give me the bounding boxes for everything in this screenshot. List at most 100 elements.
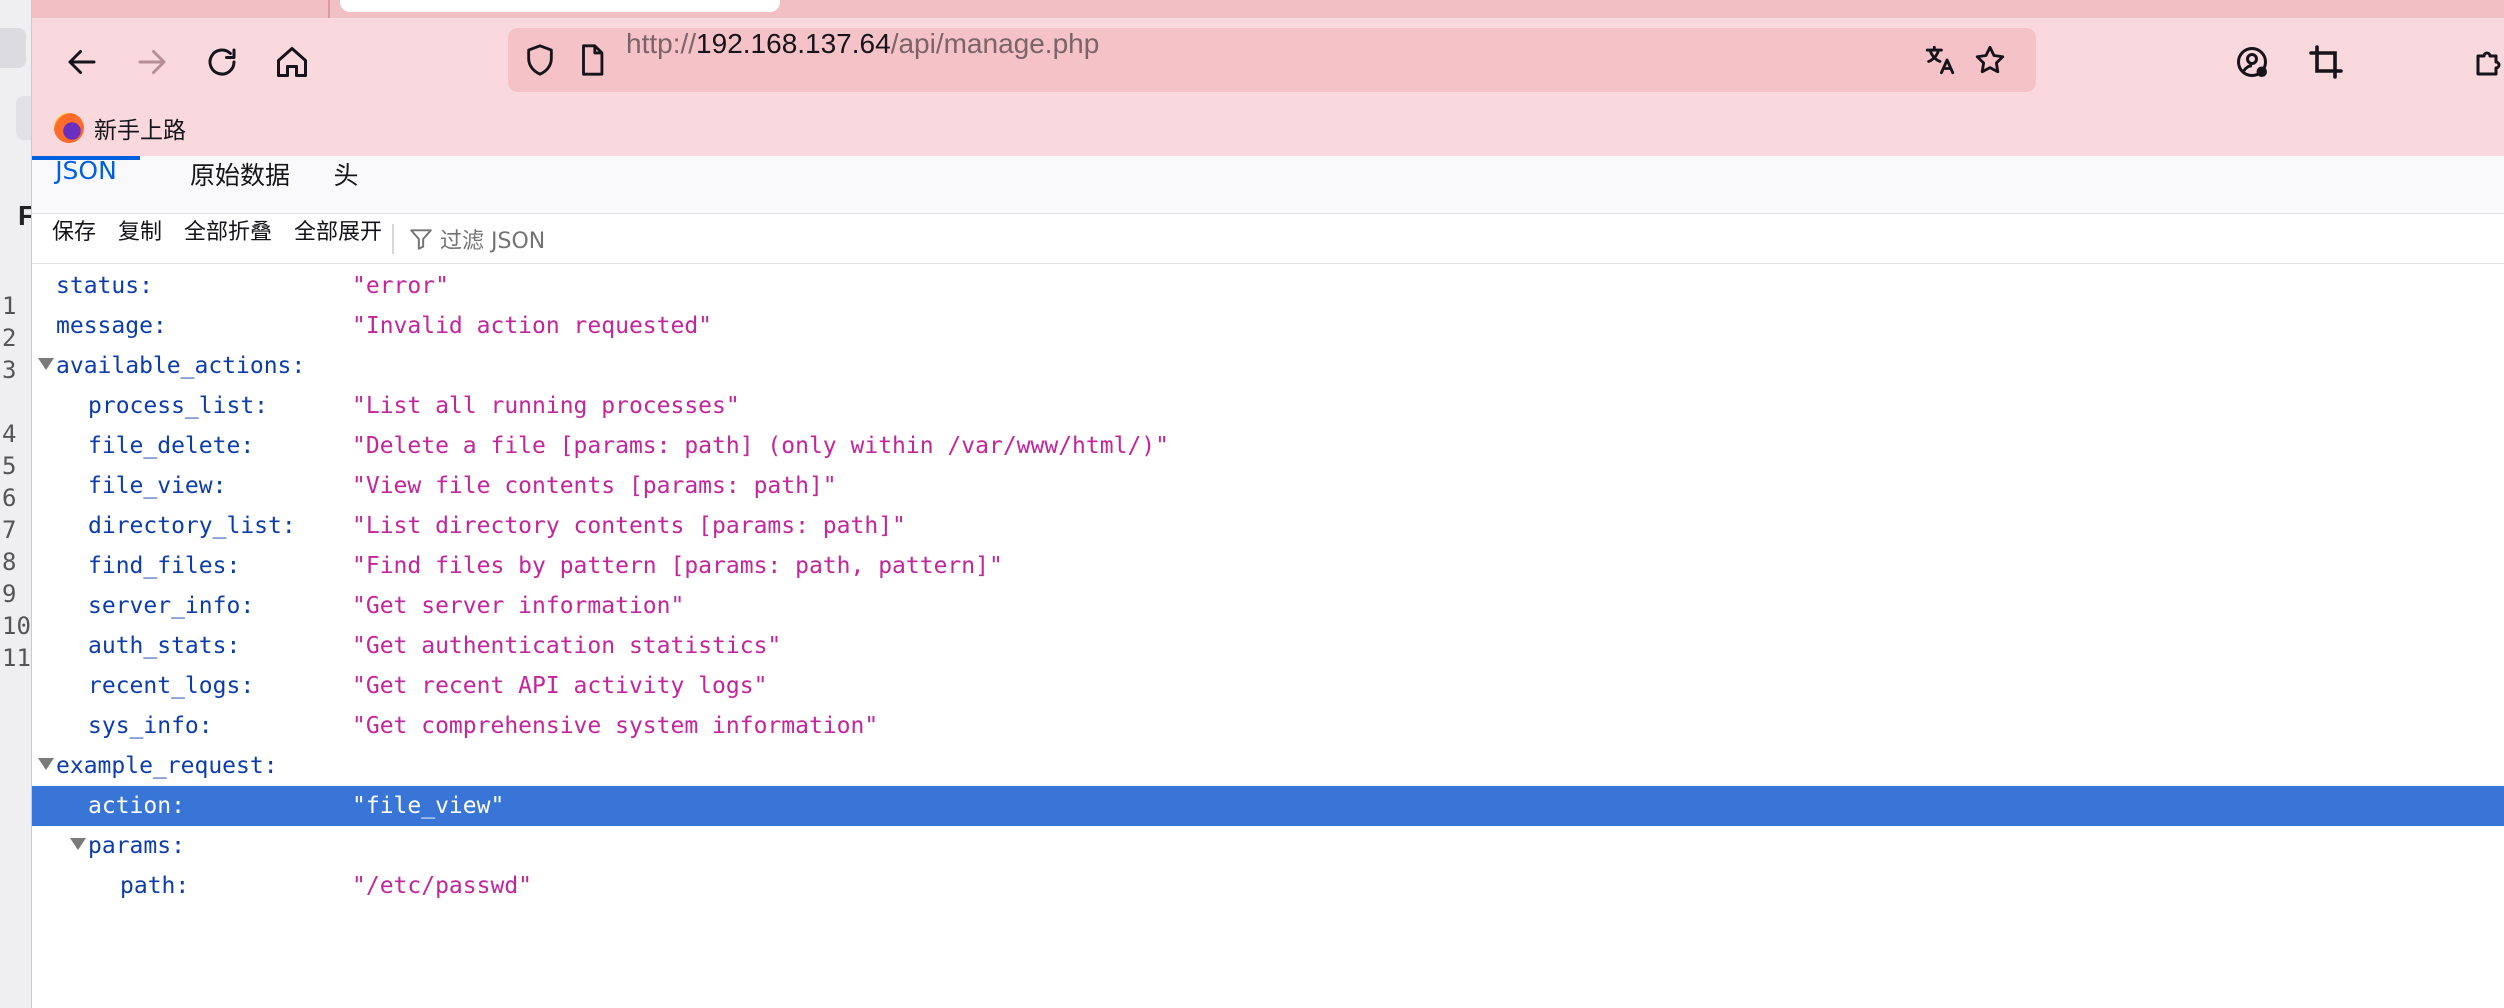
json-key: example_request: xyxy=(56,753,278,779)
puzzle-icon xyxy=(2476,51,2501,76)
filter-placeholder: 过滤 JSON xyxy=(440,229,546,254)
expand-toggle-icon[interactable] xyxy=(38,358,54,370)
json-tree-row[interactable]: available_actions: xyxy=(32,346,2504,386)
home-icon xyxy=(277,47,307,77)
json-value: "Get server information" xyxy=(352,593,685,619)
forward-button[interactable] xyxy=(128,38,176,86)
json-value: "Get authentication statistics" xyxy=(352,633,782,659)
back-button[interactable] xyxy=(58,38,106,86)
account-button[interactable] xyxy=(2228,38,2276,86)
json-key: directory_list: xyxy=(88,513,296,539)
json-tree-row[interactable]: status: "error" xyxy=(32,266,2504,306)
json-tree-row[interactable]: server_info: "Get server information" xyxy=(32,586,2504,626)
arrow-right-icon xyxy=(138,50,166,74)
bookmark-star-icon[interactable] xyxy=(1970,40,2010,80)
background-line-number: 5 xyxy=(2,452,17,480)
expand-toggle-icon[interactable] xyxy=(38,758,54,770)
arrow-left-icon xyxy=(68,50,96,74)
json-key: status: xyxy=(56,273,153,299)
json-tree-row[interactable]: process_list: "List all running processes… xyxy=(32,386,2504,426)
tab-raw-data[interactable]: 原始数据 xyxy=(178,156,302,214)
account-icon xyxy=(2237,47,2267,77)
home-button[interactable] xyxy=(268,38,316,86)
browser-toolbar: http://192.168.137.64/api/manage.php 新手上… xyxy=(32,0,2504,156)
background-line-number: 2 xyxy=(2,324,17,352)
page-icon[interactable] xyxy=(572,40,612,80)
json-tree-row[interactable]: sys_info: "Get comprehensive system infor… xyxy=(32,706,2504,746)
json-key: process_list: xyxy=(88,393,269,419)
background-line-number: 7 xyxy=(2,516,17,544)
reload-button[interactable] xyxy=(198,38,246,86)
background-heading-letter: F xyxy=(18,200,31,232)
json-value: "Get recent API activity logs" xyxy=(352,673,768,699)
json-tree-row[interactable]: example_request: xyxy=(32,746,2504,786)
reload-icon xyxy=(208,48,236,76)
json-value: "List directory contents [params: path]" xyxy=(352,513,906,539)
json-tree-row[interactable]: auth_stats: "Get authentication statistic… xyxy=(32,626,2504,666)
json-tree-row[interactable]: path: "/etc/passwd" xyxy=(32,866,2504,906)
shield-icon[interactable] xyxy=(520,40,560,80)
background-tab-2[interactable] xyxy=(16,96,31,140)
json-key: auth_stats: xyxy=(88,633,241,659)
json-viewer-tabs: JSON 原始数据 头 xyxy=(32,156,2504,214)
filter-icon xyxy=(410,229,432,250)
filter-json-input[interactable]: 过滤 JSON xyxy=(408,214,545,264)
browser-window: http://192.168.137.64/api/manage.php 新手上… xyxy=(32,0,2504,1008)
extensions-button[interactable] xyxy=(2466,38,2504,86)
tab-headers[interactable]: 头 xyxy=(328,156,364,214)
json-tree: status: "error" message: "Invalid action re… xyxy=(32,264,2504,1008)
json-key: available_actions: xyxy=(56,353,306,379)
json-key: recent_logs: xyxy=(88,673,255,699)
url-bar[interactable]: http://192.168.137.64/api/manage.php xyxy=(508,28,2036,92)
json-key: file_view: xyxy=(88,473,227,499)
json-key: sys_info: xyxy=(88,713,213,739)
json-tree-row[interactable]: action: "file_view" xyxy=(32,786,2504,826)
firefox-logo-icon xyxy=(54,113,84,143)
tab-json[interactable]: JSON xyxy=(32,156,140,214)
expand-toggle-icon[interactable] xyxy=(70,838,86,850)
save-button[interactable]: 保存 xyxy=(52,214,96,264)
background-window: F 1 2 3 4 5 6 7 8 9 10 11 xyxy=(0,0,32,1008)
json-value: "/etc/passwd" xyxy=(352,873,533,899)
json-key: action: xyxy=(88,793,185,819)
json-key: find_files: xyxy=(88,553,241,579)
bookmark-label: 新手上路 xyxy=(94,118,186,144)
url-text[interactable]: http://192.168.137.64/api/manage.php xyxy=(626,28,1099,92)
json-value: "Delete a file [params: path] (only with… xyxy=(352,433,1169,459)
background-tab[interactable] xyxy=(0,28,26,68)
background-line-number: 10 xyxy=(2,612,31,640)
json-key: file_delete: xyxy=(88,433,255,459)
json-value: "Get comprehensive system information" xyxy=(352,713,879,739)
json-viewer-toolbar: 保存 复制 全部折叠 全部展开 过滤 JSON xyxy=(32,214,2504,264)
json-key: params: xyxy=(88,833,185,859)
toolbar-divider xyxy=(392,224,394,254)
tab-separator xyxy=(328,0,330,18)
json-tree-row[interactable]: file_delete: "Delete a file [params: path… xyxy=(32,426,2504,466)
json-value: "List all running processes" xyxy=(352,393,740,419)
json-tree-row[interactable]: file_view: "View file contents [params: p… xyxy=(32,466,2504,506)
json-value: "Find files by pattern [params: path, pa… xyxy=(352,553,1003,579)
json-tree-row[interactable]: message: "Invalid action requested" xyxy=(32,306,2504,346)
background-line-number: 8 xyxy=(2,548,17,576)
background-line-number: 3 xyxy=(2,356,17,384)
background-line-number: 4 xyxy=(2,420,17,448)
json-tree-row[interactable]: recent_logs: "Get recent API activity log… xyxy=(32,666,2504,706)
screenshot-button[interactable] xyxy=(2302,38,2350,86)
copy-button[interactable]: 复制 xyxy=(118,214,162,264)
bookmark-getting-started[interactable]: 新手上路 xyxy=(54,110,186,146)
active-tab[interactable] xyxy=(340,0,780,12)
json-key: message: xyxy=(56,313,167,339)
background-line-number: 9 xyxy=(2,580,17,608)
collapse-all-button[interactable]: 全部折叠 xyxy=(184,214,272,264)
json-key: server_info: xyxy=(88,593,255,619)
json-tree-row[interactable]: find_files: "Find files by pattern [param… xyxy=(32,546,2504,586)
background-line-numbers: 1 2 3 4 5 6 7 8 9 10 11 xyxy=(0,290,31,674)
expand-all-button[interactable]: 全部展开 xyxy=(294,214,382,264)
background-line-number: 1 xyxy=(2,292,17,320)
json-value: "Invalid action requested" xyxy=(352,313,713,339)
json-value: "View file contents [params: path]" xyxy=(352,473,837,499)
json-tree-row[interactable]: params: xyxy=(32,826,2504,866)
json-tree-row[interactable]: directory_list: "List directory contents … xyxy=(32,506,2504,546)
background-line-number xyxy=(0,386,31,418)
translate-icon[interactable] xyxy=(1920,40,1960,80)
